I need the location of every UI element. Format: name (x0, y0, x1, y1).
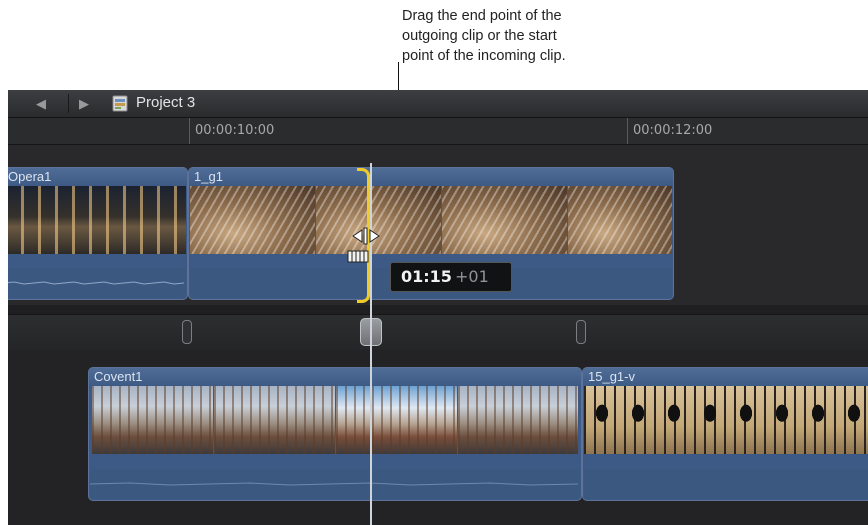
filmstrip (90, 386, 580, 454)
video-thumbnail (568, 186, 672, 254)
callout-line: point of the incoming clip. (402, 48, 566, 64)
clip-15-g1-v[interactable]: 15_g1-v (582, 367, 868, 501)
video-thumbnail (458, 386, 578, 454)
video-thumbnail (336, 386, 457, 454)
clip-header (89, 368, 581, 385)
video-thumbnail (8, 186, 186, 254)
storyline-divider (8, 314, 868, 352)
audio-waveform (8, 268, 186, 298)
back-arrow-icon[interactable]: ◀ (26, 94, 56, 113)
clip-covent1[interactable]: Covent1 (88, 367, 582, 501)
ripple-tool-icon (347, 250, 369, 263)
clip-name: Covent1 (94, 369, 143, 384)
video-thumbnail (584, 386, 868, 454)
video-thumbnail (92, 386, 213, 454)
ruler-tick (627, 118, 628, 144)
forward-arrow-icon[interactable]: ▶ (68, 94, 99, 113)
clip-name: 15_g1-v (588, 369, 635, 384)
timeline-ruler[interactable]: 00:00:10:00 00:00:12:00 (8, 118, 868, 145)
skimmer-line[interactable] (370, 163, 372, 525)
trim-timecode-display: 01:15 +01 (390, 262, 512, 292)
ruler-tick (189, 118, 190, 144)
timeline-header: ◀ ▶ Project 3 (8, 90, 868, 118)
video-thumbnail (442, 186, 567, 254)
callout-line: Drag the end point of the (402, 8, 562, 24)
clip-name: 1_g1 (194, 169, 223, 184)
project-icon (112, 95, 128, 112)
video-thumbnail (214, 386, 335, 454)
ruler-tick-label: 00:00:12:00 (633, 123, 713, 138)
timeline-window: ◀ ▶ Project 3 00:00:10:00 00:00:12:00 Op… (8, 90, 868, 525)
trim-cursor-icon (352, 227, 380, 245)
callout-text: Drag the end point of the outgoing clip … (402, 6, 662, 66)
clip-opera1[interactable]: Opera1 (8, 167, 188, 300)
audio-waveform (90, 469, 580, 499)
clip-header (189, 168, 673, 185)
ruler-tick-label: 00:00:10:00 (195, 123, 275, 138)
project-title[interactable]: Project 3 (136, 94, 195, 111)
audio-area (584, 469, 868, 499)
timecode-delta: +01 (455, 267, 489, 286)
storyline-handle[interactable] (576, 320, 586, 344)
callout-line: outgoing clip or the start (402, 28, 557, 44)
video-thumbnail (190, 186, 315, 254)
filmstrip (190, 186, 672, 254)
storyline-handle[interactable] (182, 320, 192, 344)
timecode-value: 01:15 (401, 267, 452, 286)
clip-name: Opera1 (8, 169, 52, 184)
filmstrip (8, 186, 186, 254)
filmstrip (584, 386, 868, 454)
